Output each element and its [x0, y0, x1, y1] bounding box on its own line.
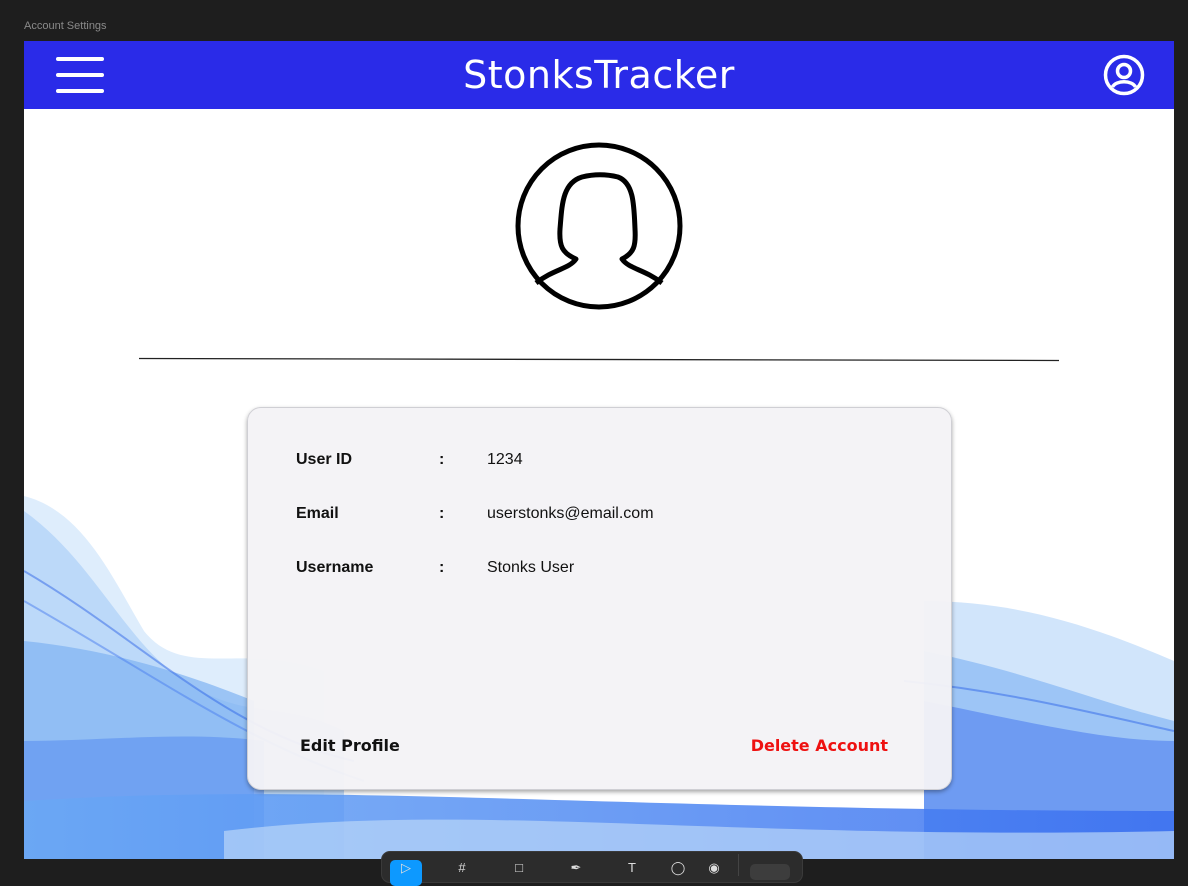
account-details-card: User ID : 1234 Email : userstonks@email.… [247, 407, 952, 790]
detail-label: Email [296, 505, 339, 522]
detail-separator: : [439, 505, 445, 522]
delete-account-button[interactable]: Delete Account [751, 736, 888, 755]
dev-mode-toggle[interactable] [750, 864, 790, 880]
female-user-avatar-icon [515, 142, 683, 310]
text-tool-icon[interactable]: T [616, 860, 648, 886]
user-circle-icon[interactable] [1103, 54, 1145, 96]
username-value: Stonks User [487, 559, 575, 576]
toolbar-divider [738, 854, 739, 876]
pen-tool-icon[interactable]: ✒ [560, 860, 592, 886]
detail-separator: : [439, 451, 445, 468]
section-divider [139, 357, 1059, 362]
app-title: StonksTracker [463, 53, 735, 97]
comment-tool-icon[interactable]: ◯ [662, 860, 694, 886]
design-toolbar: ▷ # □ ✒ T ◯ ◉ [381, 851, 803, 886]
detail-row-username: Username : Stonks User [248, 559, 951, 583]
components-tool-icon[interactable]: ◉ [698, 860, 730, 886]
detail-row-user-id: User ID : 1234 [248, 451, 951, 475]
detail-row-email: Email : userstonks@email.com [248, 505, 951, 529]
user-id-value: 1234 [487, 451, 523, 468]
rectangle-tool-icon[interactable]: □ [503, 860, 535, 886]
edit-profile-button[interactable]: Edit Profile [300, 736, 400, 755]
detail-label: Username [296, 559, 374, 576]
account-settings-frame: StonksTracker User ID : 1234 Email : use… [24, 41, 1174, 859]
detail-label: User ID [296, 451, 353, 468]
frame-tool-icon[interactable]: # [446, 860, 478, 886]
email-value: userstonks@email.com [487, 505, 654, 522]
frame-label: Account Settings [24, 20, 107, 32]
move-tool-icon[interactable]: ▷ [390, 860, 422, 886]
detail-separator: : [439, 559, 445, 576]
app-header: StonksTracker [24, 41, 1174, 109]
